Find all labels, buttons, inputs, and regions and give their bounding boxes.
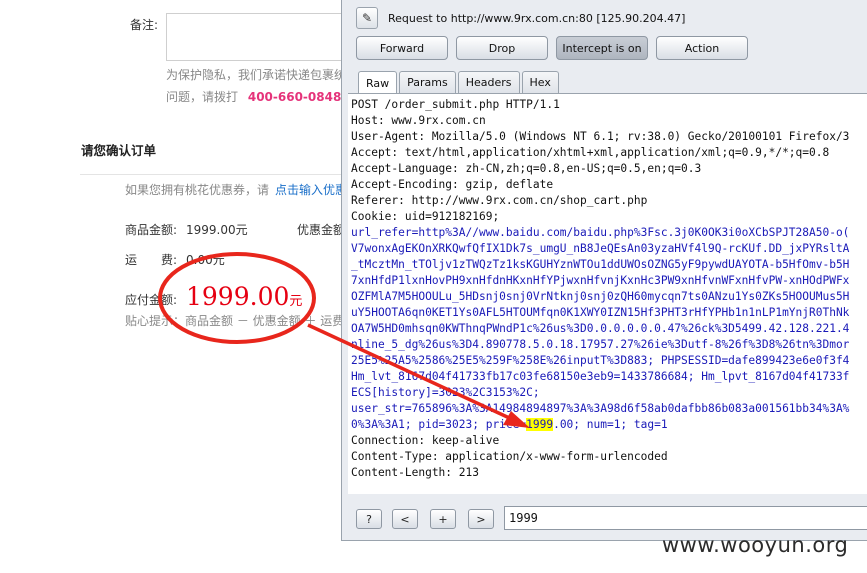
price-tip: 贴心提示：商品金额 － 优惠金额 ＋ 运费 (125, 314, 345, 328)
goods-amount-label: 商品金额: (125, 223, 178, 237)
privacy-note-prefix: 问题，请拨打 (166, 90, 239, 104)
memo-label: 备注: (130, 18, 159, 32)
request-target-line: ✎ Request to http://www.9rx.com.cn:80 [1… (356, 6, 685, 30)
section-divider (80, 174, 345, 175)
privacy-note-line-2: 问题，请拨打 400-660-0848 （ (166, 88, 357, 105)
shipping-label: 运 费: (125, 253, 178, 267)
request-line: Hm_lvt_8167d04f41733fb17c03fe68150e3eb9=… (351, 370, 850, 383)
pencil-icon[interactable]: ✎ (356, 7, 378, 29)
search-next-button[interactable]: > (468, 509, 494, 529)
tab-headers[interactable]: Headers (457, 71, 520, 93)
request-line: V7wonxAgEKOnXRKQwfQfIX1Dk7s_umgU_nB8JeQE… (351, 242, 850, 255)
raw-request-editor[interactable]: POST /order_submit.php HTTP/1.1 Host: www… (348, 93, 867, 494)
confirm-order-title: 请您确认订单 (81, 143, 157, 158)
request-line: nline_5_dg%26us%3D4.890778.5.0.18.17957.… (351, 338, 850, 351)
action-button[interactable]: Action (656, 36, 748, 60)
request-line: Content-Type: application/x-www-form-url… (351, 450, 668, 463)
payable-label: 应付金额: (125, 293, 178, 307)
request-line: Accept-Language: zh-CN,zh;q=0.8,en-US;q=… (351, 162, 702, 175)
tab-params[interactable]: Params (399, 71, 456, 93)
request-target-text: Request to http://www.9rx.com.cn:80 [125… (388, 11, 686, 25)
request-line: OA7W5HD0mhsqn0KWThnqPWndP1c%26us%3D0.0.0… (351, 322, 850, 335)
intercept-toolbar: Forward Drop Intercept is on Action (356, 36, 756, 60)
coupon-hint: 如果您拥有桃花优惠券，请 点击输入优惠 (125, 181, 347, 198)
request-line: Referer: http://www.9rx.com.cn/shop_cart… (351, 194, 648, 207)
request-line: 7xnHfdP1lxnHovPH9xnHfdnHKxnHfYPjwxnHfvnj… (351, 274, 850, 287)
request-line: _tMcztMn_tTOljv1zTWQzTz1ksKGUHYznWTOu1dd… (351, 258, 850, 271)
request-line: Host: www.9rx.com.cn (351, 114, 486, 127)
request-line: Accept: text/html,application/xhtml+xml,… (351, 146, 830, 159)
request-line: user_str=765896%3A%3A14984894897%3A%3A98… (351, 402, 850, 415)
request-line: 25E5%25A5%2586%25E5%259F%258E%26inputT%3… (351, 354, 850, 367)
shipping-value: 0.00元 (186, 253, 225, 267)
request-line: Content-Length: 213 (351, 466, 479, 479)
intercept-toggle-button[interactable]: Intercept is on (556, 36, 648, 60)
burp-intercept-window: ✎ Request to http://www.9rx.com.cn:80 [1… (341, 0, 867, 541)
request-line: url_refer=http%3A//www.baidu.com/baidu.p… (351, 226, 850, 239)
request-line: uY5HOOTA6qn0KET1Ys0AFL5HTOUMfqn0K1XWY0IZ… (351, 306, 850, 319)
search-previous-button[interactable]: < (392, 509, 418, 529)
drop-button[interactable]: Drop (456, 36, 548, 60)
coupon-hint-text: 如果您拥有桃花优惠券，请 (125, 183, 270, 197)
payable-unit: 元 (289, 294, 303, 309)
coupon-input-link[interactable]: 点击输入优惠 (275, 183, 347, 197)
privacy-note-line-1: 为保护隐私，我们承诺快递包裹统 (166, 68, 347, 82)
request-line: User-Agent: Mozilla/5.0 (Windows NT 6.1;… (351, 130, 850, 143)
request-line: ECS[history]=3023%2C3153%2C; (351, 386, 540, 399)
search-input[interactable] (504, 506, 867, 530)
goods-amount-value: 1999.00元 (186, 223, 248, 237)
request-line: POST /order_submit.php HTTP/1.1 (351, 98, 560, 111)
payable-value: 1999.00 (186, 282, 290, 311)
request-line: Accept-Encoding: gzip, deflate (351, 178, 554, 191)
memo-textarea[interactable] (166, 13, 358, 61)
message-tabs: Raw Params Headers Hex (358, 71, 561, 94)
forward-button[interactable]: Forward (356, 36, 448, 60)
watermark: www.wooyun.org (662, 533, 849, 557)
request-line: OZFMlA7M5HOOULu_5HDsnj0snj0VrNtknj0snj0z… (351, 290, 850, 303)
tab-raw[interactable]: Raw (358, 71, 398, 94)
request-line: Cookie: uid=912182169; (351, 210, 500, 223)
search-add-button[interactable]: + (430, 509, 456, 529)
discount-label: 优惠金额 (297, 223, 346, 237)
service-phone: 400-660-0848 (247, 90, 342, 104)
request-line: 0%3A%3A1; pid=3023; price=1999.00; num=1… (351, 418, 668, 431)
payable-amount: 1999.00元 (186, 282, 302, 311)
help-button[interactable]: ? (356, 509, 382, 529)
search-match-highlight: 1999 (526, 418, 554, 431)
tab-hex[interactable]: Hex (521, 71, 559, 93)
request-line: Connection: keep-alive (351, 434, 500, 447)
